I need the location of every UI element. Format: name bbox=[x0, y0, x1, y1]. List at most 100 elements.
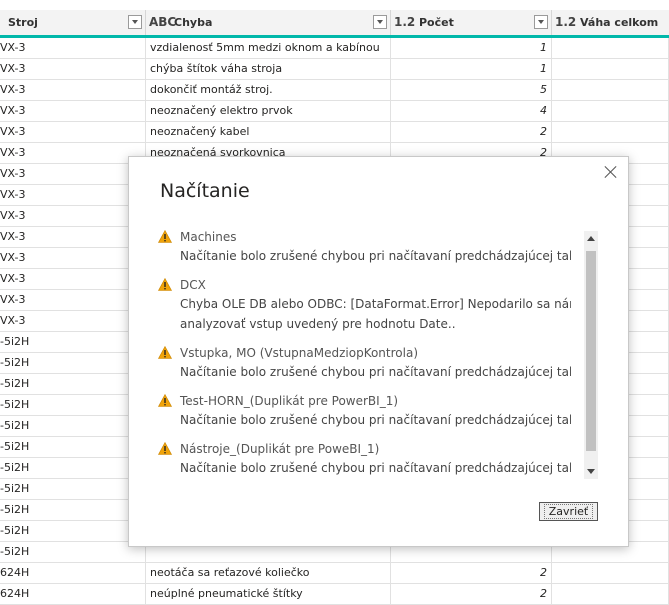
cell-pocet[interactable]: 1 bbox=[391, 38, 552, 58]
cell-stroj[interactable]: VX-3 bbox=[0, 80, 146, 100]
cell-stroj[interactable]: VX-3 bbox=[0, 227, 146, 247]
error-message: Načítanie bolo zrušené chybou pri načíta… bbox=[180, 413, 571, 427]
cell-stroj[interactable]: -5i2H bbox=[0, 332, 146, 352]
table-row[interactable]: VX-3 neoznačený elektro prvok 4 bbox=[0, 101, 669, 122]
error-query-name: DCX bbox=[180, 278, 206, 292]
cell-stroj[interactable]: VX-3 bbox=[0, 38, 146, 58]
cell-vaha[interactable] bbox=[552, 563, 669, 583]
cell-stroj[interactable]: 624H bbox=[0, 563, 146, 583]
cell-stroj[interactable]: VX-3 bbox=[0, 206, 146, 226]
table-row[interactable]: VX-3 neoznačený kabel 2 bbox=[0, 122, 669, 143]
cell-stroj[interactable]: VX-3 bbox=[0, 143, 146, 163]
cell-pocet[interactable]: 4 bbox=[391, 101, 552, 121]
cell-chyba[interactable]: neotáča sa reťazové koliečko bbox=[146, 563, 391, 583]
warning-icon bbox=[158, 277, 173, 291]
column-header-pocet[interactable]: 1.2 Počet bbox=[391, 10, 552, 35]
cell-stroj[interactable]: -5i2H bbox=[0, 395, 146, 415]
loading-dialog: Načítanie Machines Načítanie bolo zrušené… bbox=[128, 156, 629, 547]
warning-icon bbox=[158, 441, 173, 455]
cell-stroj[interactable]: VX-3 bbox=[0, 101, 146, 121]
close-button[interactable]: Zavrieť bbox=[539, 502, 598, 521]
scroll-thumb[interactable] bbox=[586, 251, 596, 451]
column-name: Počet bbox=[419, 16, 454, 29]
grid-header: Stroj ABC Chyba 1.2 Počet 1.2 Váha celko… bbox=[0, 10, 669, 38]
cell-stroj[interactable]: -5i2H bbox=[0, 374, 146, 394]
cell-stroj[interactable]: VX-3 bbox=[0, 122, 146, 142]
error-query-name: Nástroje_(Duplikát pre PoweBI_1) bbox=[180, 442, 380, 456]
table-row[interactable]: VX-3 dokončiť montáž stroj. 5 bbox=[0, 80, 669, 101]
cell-pocet[interactable]: 2 bbox=[391, 563, 552, 583]
cell-pocet[interactable]: 5 bbox=[391, 80, 552, 100]
scrollbar[interactable] bbox=[584, 231, 598, 479]
cell-pocet[interactable]: 1 bbox=[391, 59, 552, 79]
error-list-item: Vstupka, MO (VstupnaMedziopKontrola) Načí… bbox=[158, 345, 571, 382]
cell-stroj[interactable]: VX-3 bbox=[0, 269, 146, 289]
error-list[interactable]: Machines Načítanie bolo zrušené chybou pr… bbox=[158, 229, 571, 479]
scroll-up-icon[interactable] bbox=[587, 236, 595, 241]
cell-vaha[interactable] bbox=[552, 122, 669, 142]
cell-stroj[interactable]: VX-3 bbox=[0, 248, 146, 268]
cell-stroj[interactable]: -5i2H bbox=[0, 437, 146, 457]
cell-stroj[interactable]: VX-3 bbox=[0, 185, 146, 205]
error-message: Načítanie bolo zrušené chybou pri načíta… bbox=[180, 365, 571, 379]
column-name: Chyba bbox=[174, 16, 213, 29]
column-header-stroj[interactable]: Stroj bbox=[0, 10, 146, 35]
cell-chyba[interactable]: dokončiť montáž stroj. bbox=[146, 80, 391, 100]
column-header-chyba[interactable]: ABC Chyba bbox=[146, 10, 391, 35]
error-message: Chyba OLE DB alebo ODBC: [DataFormat.Err… bbox=[180, 297, 571, 311]
close-button-label: Zavrieť bbox=[543, 504, 594, 519]
column-name: Váha celkom bbox=[580, 16, 659, 29]
warning-icon bbox=[158, 229, 173, 243]
cell-vaha[interactable] bbox=[552, 101, 669, 121]
warning-icon bbox=[158, 345, 173, 359]
cell-stroj[interactable]: -5i2H bbox=[0, 458, 146, 478]
table-row[interactable]: 624H neúplné pneumatické štítky 2 bbox=[0, 584, 669, 605]
table-row[interactable]: VX-3 vzdialenosť 5mm medzi oknom a kabíno… bbox=[0, 38, 669, 59]
error-list-item: DCX Chyba OLE DB alebo ODBC: [DataFormat.… bbox=[158, 277, 571, 334]
cell-stroj[interactable]: VX-3 bbox=[0, 311, 146, 331]
table-row[interactable]: VX-3 chýba štítok váha stroja 1 bbox=[0, 59, 669, 80]
dialog-title: Načítanie bbox=[160, 180, 250, 202]
error-list-item: Machines Načítanie bolo zrušené chybou pr… bbox=[158, 229, 571, 266]
error-message: Načítanie bolo zrušené chybou pri načíta… bbox=[180, 461, 571, 475]
column-header-vaha[interactable]: 1.2 Váha celkom bbox=[552, 10, 669, 35]
cell-stroj[interactable]: VX-3 bbox=[0, 290, 146, 310]
filter-dropdown-icon[interactable] bbox=[373, 15, 387, 29]
cell-chyba[interactable]: vzdialenosť 5mm medzi oknom a kabínou bbox=[146, 38, 391, 58]
cell-vaha[interactable] bbox=[552, 80, 669, 100]
cell-stroj[interactable]: -5i2H bbox=[0, 500, 146, 520]
error-message: Načítanie bolo zrušené chybou pri načíta… bbox=[180, 249, 571, 263]
error-list-item: Nástroje_(Duplikát pre PoweBI_1) Načítani… bbox=[158, 441, 571, 478]
cell-vaha[interactable] bbox=[552, 38, 669, 58]
error-query-name: Machines bbox=[180, 230, 237, 244]
cell-stroj[interactable]: -5i2H bbox=[0, 353, 146, 373]
error-query-name: Test-HORN_(Duplikát pre PowerBI_1) bbox=[180, 394, 399, 408]
cell-pocet[interactable]: 2 bbox=[391, 584, 552, 604]
cell-stroj[interactable]: 624H bbox=[0, 584, 146, 604]
cell-stroj[interactable]: VX-3 bbox=[0, 164, 146, 184]
scroll-down-icon[interactable] bbox=[587, 469, 595, 474]
cell-stroj[interactable]: -5i2H bbox=[0, 542, 146, 562]
cell-chyba[interactable]: neoznačený elektro prvok bbox=[146, 101, 391, 121]
top-strip bbox=[0, 0, 669, 10]
error-list-item: Test-HORN_(Duplikát pre PowerBI_1) Načíta… bbox=[158, 393, 571, 430]
cell-vaha[interactable] bbox=[552, 584, 669, 604]
cell-stroj[interactable]: -5i2H bbox=[0, 416, 146, 436]
warning-icon bbox=[158, 393, 173, 407]
column-name: Stroj bbox=[8, 16, 38, 29]
cell-pocet[interactable]: 2 bbox=[391, 122, 552, 142]
cell-chyba[interactable]: neúplné pneumatické štítky bbox=[146, 584, 391, 604]
cell-chyba[interactable]: chýba štítok váha stroja bbox=[146, 59, 391, 79]
cell-stroj[interactable]: VX-3 bbox=[0, 59, 146, 79]
cell-stroj[interactable]: -5i2H bbox=[0, 521, 146, 541]
filter-dropdown-icon[interactable] bbox=[128, 15, 142, 29]
text-type-icon: ABC bbox=[149, 15, 177, 29]
table-row[interactable]: 624H neotáča sa reťazové koliečko 2 bbox=[0, 563, 669, 584]
error-query-name: Vstupka, MO (VstupnaMedziopKontrola) bbox=[180, 346, 419, 360]
close-icon[interactable] bbox=[604, 165, 618, 179]
cell-chyba[interactable]: neoznačený kabel bbox=[146, 122, 391, 142]
filter-dropdown-icon[interactable] bbox=[534, 15, 548, 29]
cell-stroj[interactable]: -5i2H bbox=[0, 479, 146, 499]
error-message-cont: analyzovať vstup uvedený pre hodnotu Dat… bbox=[180, 317, 456, 331]
cell-vaha[interactable] bbox=[552, 59, 669, 79]
